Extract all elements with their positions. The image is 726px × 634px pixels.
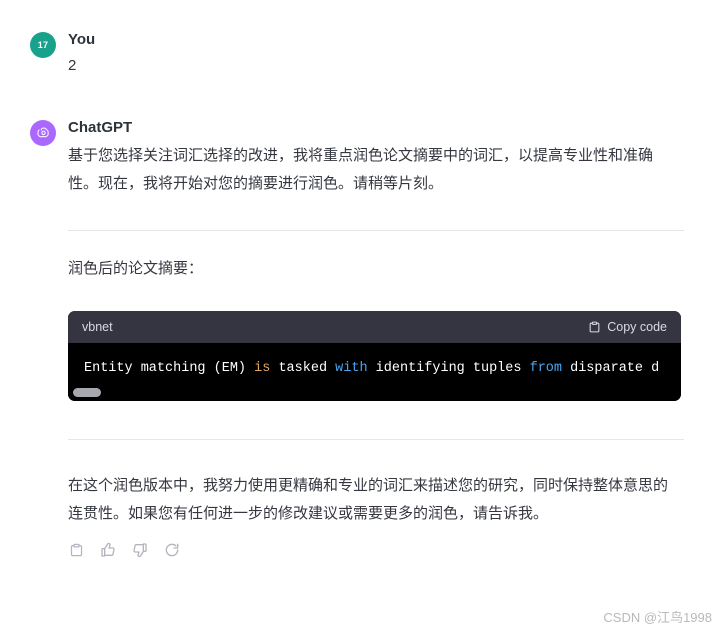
code-line: Entity matching (EM) is tasked with iden… [68, 359, 681, 379]
code-token-plain: Entity matching (EM) [84, 361, 255, 376]
code-token-keyword: is [254, 361, 271, 376]
avatar-assistant [30, 120, 56, 146]
message-content-user: 2 [68, 57, 77, 74]
avatar-user: 17 [30, 32, 56, 58]
copy-icon[interactable] [66, 540, 86, 560]
message-user: 17 You 2 [0, 30, 726, 78]
code-horizontal-scrollbar[interactable] [68, 388, 681, 397]
avatar-user-label: 17 [37, 40, 49, 50]
code-language-label: vbnet [82, 320, 113, 334]
message-author-user: You [68, 31, 96, 48]
assistant-paragraph-2: 在这个润色版本中，我努力使用更精确和专业的词汇来描述您的研究，同时保持整体意思的… [68, 477, 669, 522]
thumbs-down-icon[interactable] [130, 540, 150, 560]
thumbs-up-icon[interactable] [98, 540, 118, 560]
message-action-bar [66, 540, 726, 560]
copy-code-button[interactable]: Copy code [588, 320, 667, 334]
assistant-section: 润色后的论文摘要： [0, 257, 726, 281]
openai-logo-icon [35, 125, 52, 142]
regenerate-icon[interactable] [162, 540, 182, 560]
copy-code-label: Copy code [607, 320, 667, 334]
message-author-assistant: ChatGPT [68, 119, 133, 136]
assistant-section-label: 润色后的论文摘要： [68, 260, 204, 277]
message-assistant: ChatGPT 基于您选择关注词汇选择的改进，我将重点润色论文摘要中的词汇，以提… [0, 118, 726, 198]
code-token-keyword: with [335, 361, 368, 376]
csdn-watermark: CSDN @江鸟1998 [603, 610, 712, 625]
assistant-closing: 在这个润色版本中，我努力使用更精确和专业的词汇来描述您的研究，同时保持整体意思的… [0, 472, 726, 528]
clipboard-icon [588, 320, 601, 334]
assistant-paragraph-1: 基于您选择关注词汇选择的改进，我将重点润色论文摘要中的词汇，以提高专业性和准确性… [68, 147, 654, 192]
code-block-header: vbnet Copy code [68, 311, 681, 343]
scrollbar-thumb[interactable] [73, 388, 101, 397]
chat-thread: 17 You 2 ChatGPT 基于您选择关注词汇选择的改进，我将重点润色论文… [0, 0, 726, 560]
code-token-plain: identifying tuples [367, 361, 530, 376]
code-token-plain: disparate d [562, 361, 660, 376]
code-block-body[interactable]: Entity matching (EM) is tasked with iden… [68, 343, 681, 401]
code-block: vbnet Copy code Entity matching (EM) is … [68, 311, 681, 401]
code-token-plain: tasked [270, 361, 336, 376]
code-token-keyword: from [529, 361, 562, 376]
